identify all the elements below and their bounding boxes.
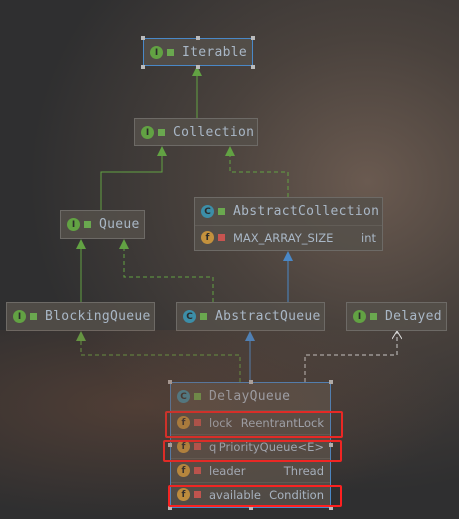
field-name: MAX_ARRAY_SIZE xyxy=(233,230,334,245)
interface-icon: I xyxy=(150,46,163,59)
public-lock-icon xyxy=(370,313,377,320)
interface-icon: I xyxy=(141,126,154,139)
field-icon: f xyxy=(201,231,214,244)
highlight-box-lock xyxy=(165,411,343,438)
field-row[interactable]: f MAX_ARRAY_SIZE int xyxy=(195,225,382,249)
node-abstract-queue[interactable]: C AbstractQueue xyxy=(176,302,325,331)
edge-abstractcollection-collection xyxy=(225,146,289,197)
edge-delayqueue-delayed xyxy=(304,332,397,382)
public-lock-icon xyxy=(30,313,37,320)
public-lock-icon xyxy=(84,221,91,228)
node-title: AbstractCollection xyxy=(233,204,380,219)
field-type: Thread xyxy=(283,463,324,478)
field-icon: f xyxy=(177,464,190,477)
edge-delayqueue-blockingqueue xyxy=(76,331,241,382)
class-icon: C xyxy=(177,390,190,403)
node-abstract-collection[interactable]: C AbstractCollection f MAX_ARRAY_SIZE int xyxy=(194,197,383,251)
node-title: BlockingQueue xyxy=(45,309,151,324)
public-lock-icon xyxy=(200,313,207,320)
public-lock-icon xyxy=(158,129,165,136)
interface-icon: I xyxy=(67,218,80,231)
node-delayed[interactable]: I Delayed xyxy=(346,302,447,331)
public-lock-icon xyxy=(218,208,225,215)
private-lock-icon xyxy=(218,234,225,241)
field-name: leader xyxy=(209,463,246,478)
interface-icon: I xyxy=(13,310,26,323)
uml-diagram-canvas: I Iterable I Collection I Queue C AbstractCo… xyxy=(0,0,459,519)
highlight-box-available xyxy=(168,485,342,507)
node-queue[interactable]: I Queue xyxy=(60,210,145,239)
private-lock-icon xyxy=(194,467,201,474)
abstract-class-icon: C xyxy=(201,205,214,218)
public-lock-icon xyxy=(167,49,174,56)
node-collection[interactable]: I Collection xyxy=(134,118,258,146)
field-type: int xyxy=(361,230,376,245)
highlight-box-q xyxy=(163,440,342,462)
node-iterable[interactable]: I Iterable xyxy=(143,38,253,66)
node-title: Delayed xyxy=(385,309,442,324)
interface-icon: I xyxy=(353,310,366,323)
node-blocking-queue[interactable]: I BlockingQueue xyxy=(6,302,155,331)
public-lock-icon xyxy=(194,393,201,400)
node-title: AbstractQueue xyxy=(215,309,321,324)
node-title: Iterable xyxy=(182,45,248,60)
node-title: DelayQueue xyxy=(209,389,291,404)
node-title: Collection xyxy=(173,125,255,140)
abstract-class-icon: C xyxy=(183,310,196,323)
edge-queue-collection xyxy=(100,146,167,210)
node-title: Queue xyxy=(99,217,140,232)
